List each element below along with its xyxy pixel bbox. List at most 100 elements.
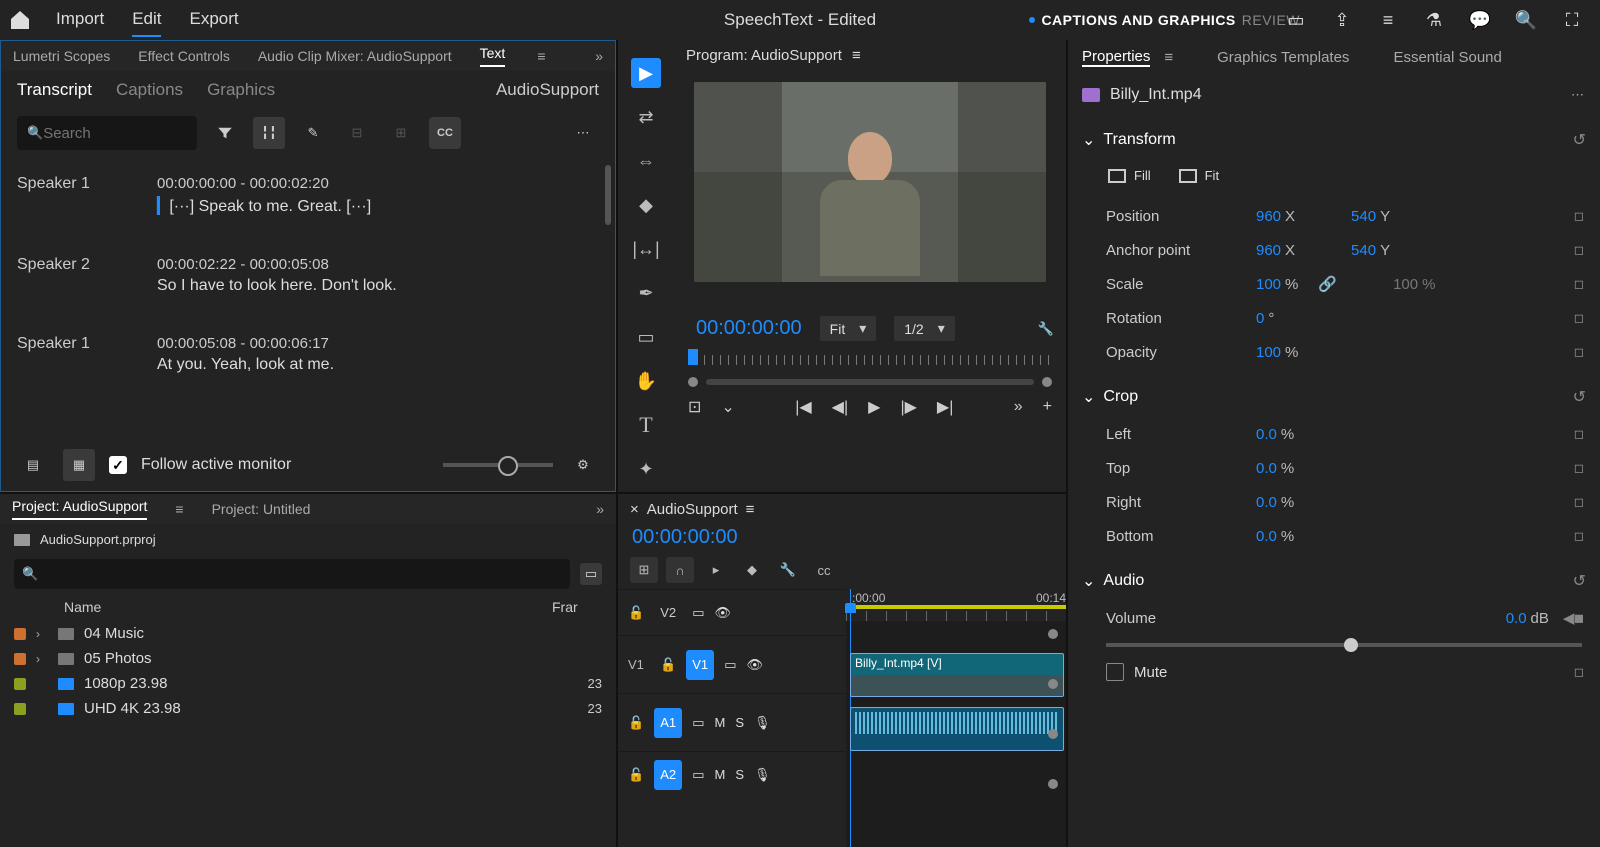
rectangle-tool-icon[interactable]: ▭ — [631, 322, 661, 352]
filter-icon[interactable] — [209, 117, 241, 149]
overflow-icon[interactable]: » — [596, 501, 604, 517]
list-item[interactable]: 1080p 23.9823 — [14, 671, 602, 696]
solo-icon[interactable]: S — [735, 767, 744, 782]
tab-effect-controls[interactable]: Effect Controls — [138, 48, 230, 64]
toggle-output-icon[interactable]: ▭ — [692, 715, 704, 731]
overflow-icon[interactable]: » — [1014, 398, 1023, 416]
tab-properties[interactable]: Properties — [1082, 48, 1150, 67]
keyframe-icon[interactable]: ◇ — [1570, 308, 1591, 329]
reset-icon[interactable]: ↺ — [1573, 387, 1586, 407]
keyframe-icon[interactable]: ◇ — [1570, 342, 1591, 363]
mic-icon[interactable]: 🎙 — [754, 767, 771, 783]
tool-extra-icon[interactable]: ✦ — [631, 454, 661, 484]
merge-icon[interactable]: ⊟ — [341, 117, 373, 149]
text-zoom-slider[interactable] — [443, 463, 553, 467]
cc-track-icon[interactable]: cc — [810, 557, 838, 583]
track-header-v1[interactable]: V1🔓V1▭👁 — [618, 635, 846, 693]
transcript-search-input[interactable] — [43, 125, 187, 142]
crop-bottom-val[interactable]: 0.0 — [1256, 528, 1277, 545]
tab-export[interactable]: Export — [189, 3, 238, 37]
program-zoom-bar[interactable] — [688, 377, 1052, 387]
toggle-output-icon[interactable]: ▭ — [692, 605, 704, 621]
tab-text[interactable]: Text — [480, 45, 506, 67]
lock-icon[interactable]: 🔓 — [628, 605, 644, 621]
crop-right-val[interactable]: 0.0 — [1256, 494, 1277, 511]
lock-icon[interactable]: 🔓 — [628, 767, 644, 783]
audio-clip[interactable] — [850, 707, 1064, 751]
clip-more-icon[interactable]: ⋯ — [1571, 87, 1586, 103]
home-icon[interactable] — [8, 8, 32, 32]
anchor-y[interactable]: 540 — [1351, 242, 1376, 259]
keyframe-icon[interactable]: ◇ — [1570, 662, 1591, 683]
settings-sliders-icon[interactable]: ⚙ — [567, 449, 599, 481]
toggle-output-icon[interactable]: ▭ — [724, 657, 736, 673]
tab-graphics-templates[interactable]: Graphics Templates — [1217, 49, 1349, 66]
crop-top-val[interactable]: 0.0 — [1256, 460, 1277, 477]
transcript-text[interactable]: At you. Yeah, look at me. — [157, 356, 599, 374]
track-tag[interactable]: A2 — [654, 760, 682, 790]
toggle-eye-icon[interactable]: 👁 — [746, 657, 763, 673]
scale-x[interactable]: 100 — [1256, 276, 1281, 293]
expand-icon[interactable]: › — [36, 652, 48, 666]
fill-button[interactable]: Fill — [1108, 168, 1151, 183]
keyframe-icon[interactable]: ◇ — [1570, 492, 1591, 513]
tab-lumetri-scopes[interactable]: Lumetri Scopes — [13, 48, 110, 64]
keyframe-icon[interactable]: ◇ — [1570, 240, 1591, 261]
keyframe-icon[interactable]: ◇ — [1570, 274, 1591, 295]
link-icon[interactable]: 🔗 — [1318, 275, 1337, 293]
lock-icon[interactable]: 🔓 — [660, 657, 676, 673]
panel-menu-icon[interactable]: ≡ — [852, 47, 861, 64]
track-tag[interactable]: V2 — [654, 598, 682, 628]
toggle-eye-icon[interactable]: 👁 — [714, 605, 731, 621]
quick-export-icon[interactable]: ▭ — [1286, 10, 1306, 30]
timeline-tracks[interactable]: :00:00 00:14:59:02 Billy_Int.mp4 [V] — [846, 589, 1066, 847]
toggle-output-icon[interactable]: ▭ — [692, 767, 704, 783]
project-search[interactable]: 🔍 — [14, 559, 570, 589]
volume-val[interactable]: 0.0 — [1506, 610, 1527, 627]
crop-left-val[interactable]: 0.0 — [1256, 426, 1277, 443]
marker-icon[interactable]: ◆ — [738, 557, 766, 583]
track-header-a2[interactable]: 🔓A2▭MS🎙 — [618, 751, 846, 797]
program-monitor[interactable] — [694, 82, 1046, 282]
volume-slider[interactable] — [1106, 643, 1582, 647]
project-tab-1[interactable]: Project: AudioSupport — [12, 498, 147, 520]
view-mode-2-icon[interactable]: ▦ — [63, 449, 95, 481]
video-clip[interactable]: Billy_Int.mp4 [V] — [850, 653, 1064, 697]
tab-essential-sound[interactable]: Essential Sound — [1393, 49, 1501, 66]
rotation-val[interactable]: 0 — [1256, 310, 1264, 327]
list-item[interactable]: UHD 4K 23.9823 — [14, 696, 602, 721]
slip-tool-icon[interactable]: |↔| — [631, 234, 661, 264]
pen-tool-icon[interactable]: ✒ — [631, 278, 661, 308]
subtab-transcript[interactable]: Transcript — [17, 80, 92, 100]
nest-icon[interactable]: ⊞ — [630, 557, 658, 583]
keyframe-icon[interactable]: ◇ — [1570, 458, 1591, 479]
transcript-text[interactable]: So I have to look here. Don't look. — [157, 277, 599, 295]
track-tag[interactable]: A1 — [654, 708, 682, 738]
program-timecode[interactable]: 00:00:00:00 — [696, 317, 802, 340]
split-icon[interactable]: ⊞ — [385, 117, 417, 149]
program-scrubber[interactable] — [688, 349, 1052, 369]
col-name[interactable]: Name — [64, 599, 552, 615]
play-icon[interactable]: ▶ — [868, 397, 880, 417]
edit-icon[interactable]: ✎ — [297, 117, 329, 149]
type-tool-icon[interactable]: T — [631, 410, 661, 440]
track-header-a1[interactable]: 🔓A1▭MS🎙 — [618, 693, 846, 751]
transcript-search[interactable]: 🔍 — [17, 116, 197, 150]
expand-icon[interactable]: › — [36, 627, 48, 641]
work-area[interactable] — [850, 605, 1066, 609]
transcript-row[interactable]: Speaker 2 00:00:02:22 - 00:00:05:08 So I… — [17, 246, 599, 325]
razor-tool-icon[interactable]: ◆ — [631, 190, 661, 220]
section-header-transform[interactable]: ⌄ Transform ↺ — [1078, 120, 1590, 160]
zoom-select[interactable]: Fit — [820, 316, 877, 341]
solo-icon[interactable]: S — [735, 715, 744, 730]
project-tab-2[interactable]: Project: Untitled — [212, 501, 311, 517]
position-x[interactable]: 960 — [1256, 208, 1281, 225]
linked-selection-icon[interactable]: ▸ — [702, 557, 730, 583]
panel-menu-icon[interactable]: ≡ — [746, 501, 755, 518]
transcript-row[interactable]: Speaker 1 00:00:05:08 - 00:00:06:17 At y… — [17, 325, 599, 404]
workspaces-icon[interactable]: ≡ — [1378, 10, 1398, 30]
snap-icon[interactable]: ∩ — [666, 557, 694, 583]
comments-icon[interactable]: 💬 — [1470, 10, 1490, 30]
share-icon[interactable]: ⇪ — [1332, 10, 1352, 30]
selection-tool-icon[interactable]: ▶ — [631, 58, 661, 88]
